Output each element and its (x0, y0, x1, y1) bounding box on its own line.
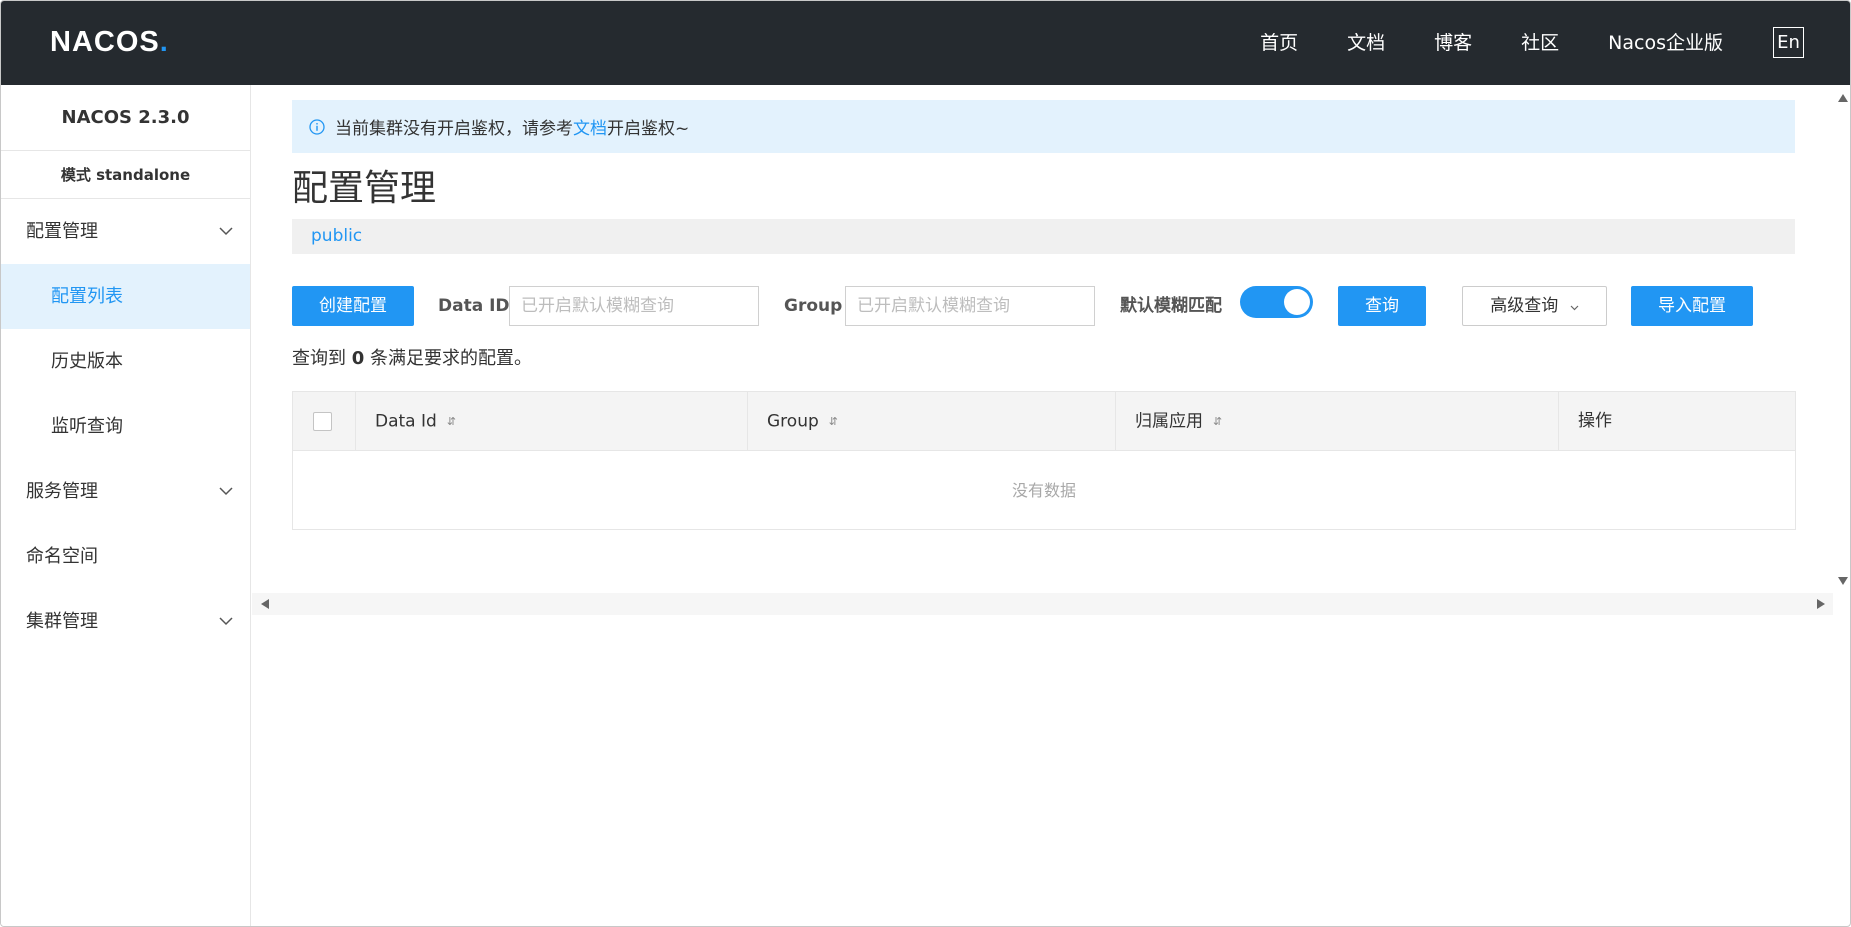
scroll-up-icon[interactable] (1838, 94, 1848, 102)
result-summary: 查询到 0 条满足要求的配置。 (292, 344, 532, 374)
sidebar-item-label: 监听查询 (51, 416, 123, 437)
sidebar-item-label: 配置列表 (51, 286, 123, 307)
sidebar-item-label: 历史版本 (51, 351, 123, 372)
app-window: NACOS. 首页 文档 博客 社区 Nacos企业版 En NACOS 2.3… (0, 0, 1851, 927)
sidebar-item-label: 配置管理 (26, 221, 98, 242)
nav-home[interactable]: 首页 (1260, 28, 1298, 58)
table-header: Data Id ⇵ Group ⇵ 归属应用 ⇵ 操作 (293, 392, 1795, 451)
sidebar-item-namespace[interactable]: 命名空间 (1, 524, 250, 589)
chevron-down-icon (216, 459, 236, 524)
mode-label: 模式 standalone (1, 151, 250, 199)
sort-icon[interactable]: ⇵ (447, 392, 456, 451)
toggle-knob (1284, 289, 1310, 315)
sidebar-item-history[interactable]: 历史版本 (1, 329, 250, 394)
vertical-scrollbar[interactable] (1833, 85, 1850, 593)
result-suffix: 条满足要求的配置。 (370, 348, 532, 369)
fuzzy-match-toggle[interactable] (1240, 286, 1313, 318)
column-header-actions: 操作 (1559, 392, 1795, 451)
select-all-checkbox[interactable] (313, 412, 332, 431)
namespace-bar: public (292, 219, 1795, 254)
column-header-data-id[interactable]: Data Id ⇵ (356, 392, 748, 451)
fuzzy-match-label: 默认模糊匹配 (1120, 296, 1222, 316)
advanced-query-button[interactable]: 高级查询 (1462, 286, 1607, 326)
data-id-label: Data ID (438, 296, 510, 316)
sidebar: NACOS 2.3.0 模式 standalone 配置管理 配置列表 历史版本… (1, 85, 251, 926)
column-header-group[interactable]: Group ⇵ (748, 392, 1116, 451)
create-config-button[interactable]: 创建配置 (292, 286, 414, 326)
result-count: 0 (351, 348, 365, 369)
nav-enterprise[interactable]: Nacos企业版 (1608, 28, 1723, 58)
chevron-down-icon (216, 199, 236, 264)
nav-community[interactable]: 社区 (1521, 28, 1559, 58)
language-switch-button[interactable]: En (1773, 27, 1804, 58)
import-config-button[interactable]: 导入配置 (1631, 286, 1753, 326)
nacos-logo[interactable]: NACOS. (50, 25, 168, 59)
info-icon (309, 118, 325, 135)
advanced-query-label: 高级查询 (1490, 296, 1559, 316)
scroll-down-icon[interactable] (1838, 577, 1848, 585)
data-id-input[interactable] (509, 286, 759, 326)
sidebar-item-config-list[interactable]: 配置列表 (1, 264, 250, 329)
alert-docs-link[interactable]: 文档 (573, 114, 607, 139)
column-label: Data Id (375, 411, 437, 432)
auth-alert: 当前集群没有开启鉴权，请参考 文档 开启鉴权~ (292, 100, 1795, 153)
alert-text-prefix: 当前集群没有开启鉴权，请参考 (335, 119, 573, 139)
empty-state: 没有数据 (1011, 481, 1076, 500)
sidebar-item-config-management[interactable]: 配置管理 (1, 199, 250, 264)
scroll-right-icon[interactable] (1817, 599, 1825, 609)
column-header-app[interactable]: 归属应用 ⇵ (1116, 392, 1559, 451)
sort-icon[interactable]: ⇵ (1213, 392, 1222, 451)
nav-blog[interactable]: 博客 (1434, 28, 1472, 58)
column-label: Group (767, 411, 819, 432)
sidebar-item-label: 命名空间 (26, 546, 98, 567)
chevron-down-icon (216, 589, 236, 654)
main-content: 当前集群没有开启鉴权，请参考 文档 开启鉴权~ 配置管理 public 创建配置 D… (252, 85, 1850, 615)
sidebar-item-service-management[interactable]: 服务管理 (1, 459, 250, 524)
chevron-down-icon (1570, 287, 1579, 325)
top-navbar: NACOS. 首页 文档 博客 社区 Nacos企业版 En (1, 1, 1850, 85)
logo-text: NACOS (50, 25, 160, 58)
namespace-public[interactable]: public (311, 226, 362, 246)
sort-icon[interactable]: ⇵ (829, 392, 838, 451)
result-prefix: 查询到 (292, 348, 346, 369)
column-label: 归属应用 (1135, 411, 1203, 432)
group-input[interactable] (845, 286, 1095, 326)
alert-text-suffix: 开启鉴权~ (607, 119, 690, 139)
select-all-cell (293, 392, 356, 451)
sidebar-item-label: 集群管理 (26, 611, 98, 632)
logo-dot: . (159, 25, 168, 58)
config-table: Data Id ⇵ Group ⇵ 归属应用 ⇵ 操作 没有数据 (292, 391, 1796, 530)
nav-docs[interactable]: 文档 (1347, 28, 1385, 58)
scroll-left-icon[interactable] (261, 599, 269, 609)
group-label: Group (784, 296, 843, 316)
sidebar-item-cluster-management[interactable]: 集群管理 (1, 589, 250, 654)
horizontal-scrollbar[interactable] (252, 593, 1833, 615)
version-label: NACOS 2.3.0 (1, 85, 250, 151)
sidebar-item-label: 服务管理 (26, 481, 98, 502)
query-button[interactable]: 查询 (1338, 286, 1426, 326)
query-toolbar: 创建配置 Data ID Group 默认模糊匹配 查询 高级查询 导入配置 (292, 286, 1792, 326)
top-nav: 首页 文档 博客 社区 Nacos企业版 En (1211, 27, 1804, 58)
column-label: 操作 (1578, 411, 1612, 431)
page-title: 配置管理 (292, 168, 437, 209)
sidebar-item-listener-query[interactable]: 监听查询 (1, 394, 250, 459)
